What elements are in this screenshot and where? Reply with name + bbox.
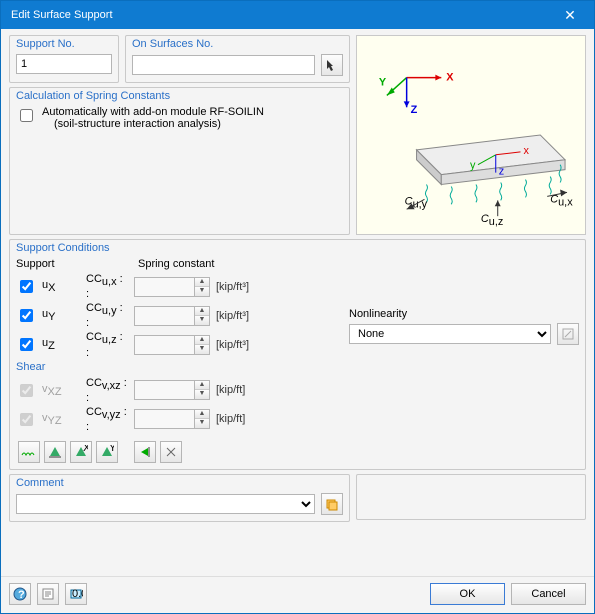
- on-surfaces-input[interactable]: [132, 55, 315, 75]
- spinner[interactable]: ▲▼: [194, 277, 210, 297]
- condition-label: uY: [42, 308, 80, 323]
- spinner[interactable]: ▲▼: [194, 306, 210, 326]
- preset-pinned-y-icon[interactable]: Y: [96, 441, 118, 463]
- condition-label: uX: [42, 279, 80, 294]
- condition-checkbox[interactable]: [20, 309, 33, 322]
- condition-row: uZ CCu,z : : ▲▼ [kip/ft³]: [16, 331, 319, 358]
- condition-checkbox: [20, 413, 33, 426]
- dialog-footer: ? 0.00 OK Cancel: [1, 576, 594, 613]
- preset-pinned-x-icon[interactable]: X: [70, 441, 92, 463]
- rf-soilin-label: Automatically with add-on module RF-SOIL…: [42, 106, 264, 118]
- rf-soilin-subtext: (soil-structure interaction analysis): [54, 118, 221, 130]
- svg-text:u,x: u,x: [558, 196, 573, 208]
- svg-text:u,z: u,z: [489, 216, 504, 228]
- svg-text:Y: Y: [109, 445, 114, 454]
- unit-label: [kip/ft]: [216, 413, 245, 425]
- spring-value-input[interactable]: [134, 335, 194, 355]
- spinner[interactable]: ▲▼: [194, 335, 210, 355]
- svg-text:x: x: [523, 145, 529, 157]
- condition-checkbox: [20, 384, 33, 397]
- window: Edit Surface Support ✕ Support No. On Su…: [0, 0, 595, 614]
- coefficient-label: CCv,xz : :: [86, 377, 128, 404]
- preview-illustration: X Y Z x y z: [357, 36, 585, 234]
- support-header: Support: [16, 258, 76, 270]
- unit-label: [kip/ft³]: [216, 339, 249, 351]
- comment-label: Comment: [16, 477, 343, 489]
- condition-label: uZ: [42, 337, 80, 352]
- preview-panel: X Y Z x y z: [356, 35, 586, 235]
- window-title: Edit Surface Support: [11, 9, 552, 21]
- preset-fixed-icon[interactable]: [44, 441, 66, 463]
- spring-value-input[interactable]: [134, 277, 194, 297]
- preset-green-icon[interactable]: [18, 441, 40, 463]
- condition-checkbox[interactable]: [20, 338, 33, 351]
- coefficient-label: CCu,z : :: [86, 331, 128, 358]
- condition-row: uX CCu,x : : ▲▼ [kip/ft³]: [16, 273, 319, 300]
- titlebar: Edit Surface Support ✕: [1, 1, 594, 29]
- spring-header: Spring constant: [138, 258, 214, 270]
- on-surfaces-group: On Surfaces No.: [125, 35, 350, 83]
- svg-text:Z: Z: [411, 104, 418, 116]
- spring-value-input[interactable]: [134, 409, 194, 429]
- note-icon[interactable]: [37, 583, 59, 605]
- pick-surface-icon[interactable]: [321, 54, 343, 76]
- spinner[interactable]: ▲▼: [194, 409, 210, 429]
- rf-soilin-checkbox[interactable]: [20, 109, 33, 122]
- comment-library-icon[interactable]: [321, 493, 343, 515]
- spinner[interactable]: ▲▼: [194, 380, 210, 400]
- svg-text:?: ?: [18, 589, 25, 601]
- calc-spring-label: Calculation of Spring Constants: [16, 90, 343, 102]
- preset-play-icon[interactable]: [134, 441, 156, 463]
- calc-spring-group: Calculation of Spring Constants Automati…: [9, 87, 350, 235]
- condition-checkbox[interactable]: [20, 280, 33, 293]
- support-conditions-group: Support Conditions Support Spring consta…: [9, 239, 586, 470]
- svg-text:0.00: 0.00: [72, 588, 83, 600]
- condition-row: vXZ CCv,xz : : ▲▼ [kip/ft]: [16, 377, 319, 404]
- condition-row: vYZ CCv,yz : : ▲▼ [kip/ft]: [16, 406, 319, 433]
- nonlinearity-label: Nonlinearity: [349, 308, 579, 320]
- condition-label: vYZ: [42, 412, 80, 427]
- nonlinearity-edit-icon[interactable]: [557, 323, 579, 345]
- condition-row: uY CCu,y : : ▲▼ [kip/ft³]: [16, 302, 319, 329]
- ok-button[interactable]: OK: [430, 583, 505, 605]
- unit-label: [kip/ft³]: [216, 281, 249, 293]
- svg-text:C: C: [481, 213, 489, 225]
- svg-text:X: X: [83, 445, 88, 454]
- support-type-toolbar: X Y: [16, 441, 579, 463]
- shear-header: Shear: [16, 361, 319, 373]
- nonlinearity-select[interactable]: None: [349, 324, 551, 344]
- comment-input[interactable]: [16, 494, 315, 514]
- unit-label: [kip/ft]: [216, 384, 245, 396]
- spring-value-input[interactable]: [134, 380, 194, 400]
- svg-text:y: y: [470, 160, 476, 172]
- empty-right-group: [356, 474, 586, 520]
- support-no-group: Support No.: [9, 35, 119, 83]
- unit-label: [kip/ft³]: [216, 310, 249, 322]
- spring-value-input[interactable]: [134, 306, 194, 326]
- close-icon[interactable]: ✕: [552, 5, 588, 25]
- coefficient-label: CCv,yz : :: [86, 406, 128, 433]
- on-surfaces-label: On Surfaces No.: [132, 38, 343, 50]
- coefficient-label: CCu,y : :: [86, 302, 128, 329]
- support-conditions-label: Support Conditions: [16, 242, 579, 254]
- dialog-content: Support No. On Surfaces No.: [1, 29, 594, 576]
- units-icon[interactable]: 0.00: [65, 583, 87, 605]
- comment-group: Comment: [9, 474, 350, 522]
- coefficient-label: CCu,x : :: [86, 273, 128, 300]
- svg-text:X: X: [446, 72, 454, 84]
- support-no-label: Support No.: [16, 38, 112, 50]
- svg-text:z: z: [499, 166, 504, 178]
- preset-clear-icon[interactable]: [160, 441, 182, 463]
- support-no-input[interactable]: [16, 54, 112, 74]
- cancel-button[interactable]: Cancel: [511, 583, 586, 605]
- condition-label: vXZ: [42, 383, 80, 398]
- help-icon[interactable]: ?: [9, 583, 31, 605]
- svg-text:Y: Y: [379, 77, 387, 89]
